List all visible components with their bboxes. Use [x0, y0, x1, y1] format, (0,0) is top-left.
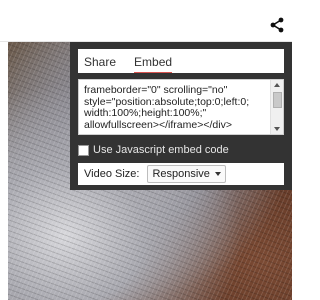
code-line: frameborder="0" scrolling="no" [84, 85, 228, 96]
video-size-row: Video Size: Responsive [78, 163, 284, 185]
scroll-down-icon[interactable] [274, 127, 280, 131]
js-embed-option[interactable]: Use Javascript embed code [78, 143, 229, 157]
embed-code-textarea[interactable]: frameborder="0" scrolling="no" style="pos… [78, 79, 284, 135]
js-embed-label: Use Javascript embed code [93, 144, 229, 156]
code-line: width:100%;height:100%;" [84, 107, 207, 119]
chevron-down-icon [214, 172, 221, 176]
code-line: allowfullscreen></iframe></div> [84, 118, 232, 131]
tab-bar: Share Embed [78, 49, 284, 73]
tab-share[interactable]: Share [84, 55, 116, 73]
video-size-value: Responsive [152, 168, 210, 180]
share-embed-panel: Share Embed frameborder="0" scrolling="n… [70, 42, 292, 190]
top-bar [0, 0, 292, 42]
embed-code-text: frameborder="0" scrolling="no" style="pos… [84, 85, 272, 133]
code-scrollbar[interactable] [270, 80, 283, 134]
tab-embed[interactable]: Embed [134, 55, 173, 73]
share-icon [270, 17, 284, 33]
js-embed-checkbox[interactable] [78, 144, 89, 156]
video-size-select[interactable]: Responsive [147, 165, 226, 183]
scroll-thumb[interactable] [273, 92, 282, 108]
scroll-up-icon[interactable] [274, 83, 280, 87]
share-button[interactable] [262, 10, 292, 40]
video-size-label: Video Size: [84, 168, 140, 180]
